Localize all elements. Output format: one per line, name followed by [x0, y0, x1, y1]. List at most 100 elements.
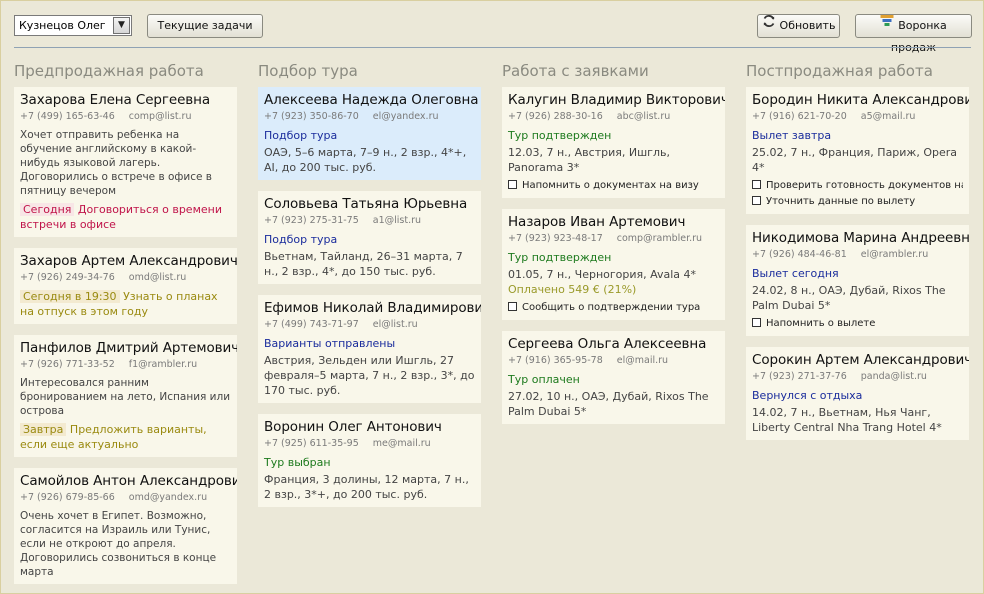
refresh-button[interactable]: Обновить [757, 14, 840, 38]
client-email[interactable]: el@list.ru [373, 319, 418, 330]
client-contacts: +7 (926) 249-34-76 omd@list.ru [20, 271, 231, 285]
client-phone: +7 (499) 743-71-97 [264, 319, 359, 330]
client-card[interactable]: Назаров Иван Артемович +7 (923) 923-48-1… [502, 209, 725, 320]
task-checkbox[interactable] [508, 302, 517, 311]
client-email[interactable]: a5@mail.ru [861, 111, 916, 122]
client-status: Подбор тура [264, 129, 338, 142]
tour-details: 27.02, 10 н., ОАЭ, Дубай, Rixos The Palm… [508, 390, 709, 418]
task-checkbox-row[interactable]: Напомнить о вылете [752, 316, 963, 331]
client-name[interactable]: Ефимов Николай Владимирович [264, 300, 481, 316]
client-email[interactable]: omd@list.ru [129, 272, 187, 283]
client-contacts: +7 (926) 484-46-81 el@rambler.ru [752, 248, 963, 262]
client-card[interactable]: Захарова Елена Сергеевна +7 (499) 165-63… [14, 87, 237, 237]
client-name[interactable]: Назаров Иван Артемович [508, 214, 719, 230]
client-email[interactable]: omd@yandex.ru [129, 492, 207, 503]
task-checkbox[interactable] [752, 180, 761, 189]
client-email[interactable]: el@yandex.ru [373, 111, 439, 122]
client-contacts: +7 (926) 771-33-52 f1@rambler.ru [20, 358, 231, 372]
client-card[interactable]: Захаров Артем Александрович +7 (926) 249… [14, 248, 237, 324]
client-card[interactable]: Никодимова Марина Андреевна +7 (926) 484… [746, 225, 969, 336]
client-card[interactable]: Самойлов Антон Александрович +7 (926) 67… [14, 468, 237, 584]
client-card[interactable]: Калугин Владимир Викторович +7 (926) 288… [502, 87, 725, 198]
client-status: Тур подтвержден [508, 251, 612, 264]
current-tasks-label: Текущие задачи [157, 19, 253, 32]
client-note: Хочет отправить ребенка на обучение англ… [20, 129, 212, 197]
client-card[interactable]: Панфилов Дмитрий Артемович +7 (926) 771-… [14, 335, 237, 457]
client-card[interactable]: Ефимов Николай Владимирович +7 (499) 743… [258, 295, 481, 403]
task-checkbox[interactable] [752, 318, 761, 327]
client-reminder[interactable]: Сегодня Договориться о времени встречи в… [20, 202, 231, 232]
chevron-down-icon[interactable]: ▼ [113, 17, 130, 34]
manager-select-value: Кузнецов Олег [19, 19, 106, 32]
client-card[interactable]: Бородин Никита Александрович +7 (916) 62… [746, 87, 969, 214]
client-name[interactable]: Воронин Олег Антонович [264, 419, 475, 435]
client-status: Вылет завтра [752, 129, 832, 142]
client-name[interactable]: Алексеева Надежда Олеговна [264, 92, 478, 108]
client-card[interactable]: Сорокин Артем Александрович +7 (923) 271… [746, 347, 969, 440]
client-name[interactable]: Калугин Владимир Викторович [508, 92, 725, 108]
task-checkbox[interactable] [752, 196, 761, 205]
client-name[interactable]: Панфилов Дмитрий Артемович [20, 340, 237, 356]
client-phone: +7 (923) 271-37-76 [752, 371, 847, 382]
client-card[interactable]: Воронин Олег Антонович +7 (925) 611-35-9… [258, 414, 481, 507]
client-phone: +7 (926) 771-33-52 [20, 359, 115, 370]
task-checkbox[interactable] [508, 180, 517, 189]
client-contacts: +7 (925) 611-35-95 me@mail.ru [264, 437, 475, 451]
client-name[interactable]: Соловьева Татьяна Юрьевна [264, 196, 475, 212]
client-status: Подбор тура [264, 233, 338, 246]
client-email[interactable]: el@rambler.ru [861, 249, 928, 260]
sales-funnel-button[interactable]: Воронка продаж [855, 14, 972, 54]
client-name[interactable]: Сорокин Артем Александрович [752, 352, 969, 368]
client-phone: +7 (923) 923-48-17 [508, 233, 603, 244]
client-note: Очень хочет в Египет. Возможно, согласит… [20, 510, 217, 578]
tour-details: Франция, 3 долины, 12 марта, 7 н., 2 взр… [264, 473, 469, 501]
client-email[interactable]: a1@list.ru [373, 215, 421, 226]
client-email[interactable]: comp@rambler.ru [617, 233, 702, 244]
task-checkbox-row[interactable]: Проверить готовность документов на... [752, 178, 963, 193]
toolbar: Кузнецов Олег ▼ Текущие задачи Обновить … [1, 1, 984, 54]
client-email[interactable]: f1@rambler.ru [129, 359, 197, 370]
client-email[interactable]: panda@list.ru [861, 371, 927, 382]
client-reminder[interactable]: Завтра Предложить варианты, если еще акт… [20, 422, 231, 452]
current-tasks-button[interactable]: Текущие задачи [147, 14, 263, 38]
reminder-date: Сегодня [20, 203, 75, 216]
client-contacts: +7 (916) 365-95-78 el@mail.ru [508, 354, 719, 368]
client-phone: +7 (926) 484-46-81 [752, 249, 847, 260]
client-card[interactable]: Соловьева Татьяна Юрьевна +7 (923) 275-3… [258, 191, 481, 284]
payment-info: Оплачено 549 € (21%) [508, 283, 637, 296]
client-name[interactable]: Самойлов Антон Александрович [20, 473, 237, 489]
client-name[interactable]: Бородин Никита Александрович [752, 92, 969, 108]
client-email[interactable]: abc@list.ru [617, 111, 670, 122]
client-card-selected[interactable]: Алексеева Надежда Олеговна +7 (923) 350-… [258, 87, 481, 180]
client-name[interactable]: Никодимова Марина Андреевна [752, 230, 969, 246]
task-checkbox-row[interactable]: Уточнить данные по вылету [752, 194, 963, 209]
task-checkbox-row[interactable]: Сообщить о подтверждении тура [508, 300, 719, 315]
client-card[interactable]: Сергеева Ольга Алексеевна +7 (916) 365-9… [502, 331, 725, 424]
client-phone: +7 (926) 288-30-16 [508, 111, 603, 122]
tour-details: 24.02, 8 н., ОАЭ, Дубай, Rixos The Palm … [752, 284, 946, 312]
client-name[interactable]: Захарова Елена Сергеевна [20, 92, 231, 108]
client-phone: +7 (916) 621-70-20 [752, 111, 847, 122]
client-contacts: +7 (923) 923-48-17 comp@rambler.ru [508, 232, 719, 246]
task-label: Напомнить о документах на визу [522, 180, 699, 191]
task-checkbox-row[interactable]: Напомнить о документах на визу [508, 178, 719, 193]
manager-select[interactable]: Кузнецов Олег ▼ [14, 15, 132, 36]
client-status: Тур выбран [264, 456, 331, 469]
client-email[interactable]: comp@list.ru [129, 111, 192, 122]
client-reminder[interactable]: Сегодня в 19:30 Узнать о планах на отпус… [20, 289, 231, 319]
tour-details: 01.05, 7 н., Черногория, Avala 4* [508, 268, 697, 281]
client-status: Вернулся с отдыха [752, 389, 863, 402]
tour-details: 12.03, 7 н., Австрия, Ишгль, Panorama 3* [508, 146, 670, 174]
client-email[interactable]: el@mail.ru [617, 355, 668, 366]
client-name[interactable]: Сергеева Ольга Алексеевна [508, 336, 719, 352]
column-title: Предпродажная работа [14, 62, 204, 80]
column-title: Постпродажная работа [746, 62, 933, 80]
client-contacts: +7 (923) 350-86-70 el@yandex.ru [264, 110, 475, 124]
client-email[interactable]: me@mail.ru [373, 438, 431, 449]
client-contacts: +7 (499) 165-63-46 comp@list.ru [20, 110, 231, 124]
client-name[interactable]: Захаров Артем Александрович [20, 253, 237, 269]
refresh-icon [762, 14, 776, 36]
client-status: Тур подтвержден [508, 129, 612, 142]
task-label: Проверить готовность документов на... [766, 180, 963, 191]
client-contacts: +7 (499) 743-71-97 el@list.ru [264, 318, 475, 332]
